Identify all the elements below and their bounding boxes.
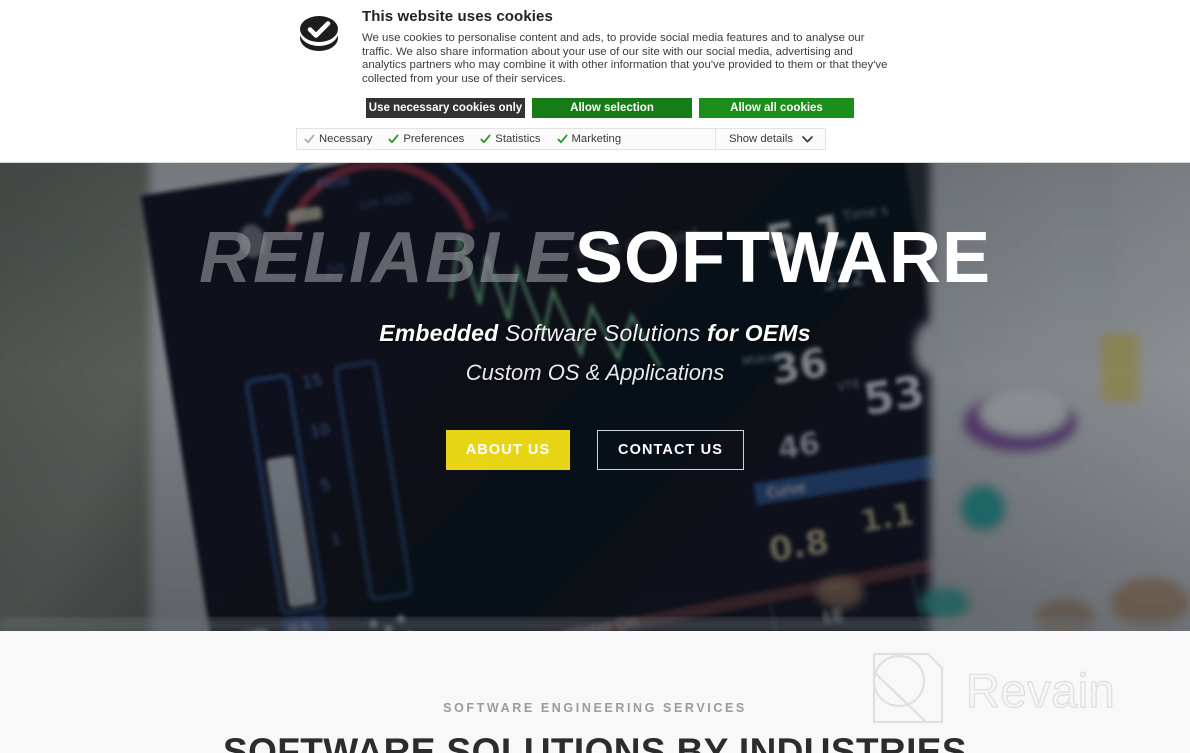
cookie-category-label-necessary: Necessary	[319, 133, 373, 146]
hero-subtitle-bold-b: for OEMs	[706, 320, 811, 346]
allow-selection-button[interactable]: Allow selection	[532, 98, 692, 119]
page-root: Flow cm H2O 20 100 15 10 5 1 Scale chang…	[0, 0, 1190, 753]
cookie-banner-inner: This website uses cookies We use cookies…	[296, 6, 896, 151]
show-details-toggle[interactable]: Show details	[714, 129, 825, 150]
show-details-label: Show details	[728, 133, 793, 146]
services-section: SOFTWARE ENGINEERING SERVICES SOFTWARE S…	[0, 631, 1190, 753]
cookie-checkbox-necessary[interactable]: Necessary	[304, 133, 372, 145]
cookie-consent-banner: This website uses cookies We use cookies…	[0, 0, 1190, 163]
cookie-checkbox-marketing[interactable]: Marketing	[556, 133, 622, 146]
allow-all-cookies-button[interactable]: Allow all cookies	[699, 98, 854, 119]
hero-title: RELIABLESOFTWARE	[199, 220, 991, 296]
cookie-category-label-marketing: Marketing	[571, 133, 622, 146]
cookie-category-row: Necessary Preferences Statistics Marketi…	[296, 128, 826, 151]
hero-subtitle-line1: Embedded Software Solutions for OEMs	[379, 320, 811, 347]
contact-us-button[interactable]: CONTACT US	[597, 430, 744, 470]
hero-subtitle-line2: Custom OS & Applications	[465, 360, 725, 385]
section-eyebrow: SOFTWARE ENGINEERING SERVICES	[443, 701, 747, 715]
chevron-down-icon	[802, 136, 813, 143]
cookie-category-list: Necessary Preferences Statistics Marketi…	[297, 129, 715, 149]
check-icon-green	[480, 134, 491, 144]
cookie-button-group: Use necessary cookies only Allow selecti…	[366, 98, 896, 119]
hero-title-strong: SOFTWARE	[575, 218, 991, 298]
cookie-banner-title: This website uses cookies	[362, 8, 553, 25]
cookie-checkbox-statistics[interactable]: Statistics	[480, 133, 541, 146]
cookie-text-block: This website uses cookies We use cookies…	[362, 6, 896, 86]
check-icon-green	[556, 134, 568, 144]
cookie-category-label-preferences: Preferences	[403, 133, 465, 146]
use-necessary-cookies-only-button[interactable]: Use necessary cookies only	[366, 98, 525, 119]
cookie-banner-body: We use cookies to personalise content an…	[362, 32, 888, 85]
section-heading: SOFTWARE SOLUTIONS BY INDUSTRIES	[223, 731, 967, 753]
cookie-banner-header: This website uses cookies We use cookies…	[296, 6, 896, 86]
hero-title-muted: RELIABLE	[199, 218, 575, 298]
hero-cta-group: ABOUT US CONTACT US	[446, 430, 744, 470]
about-us-button[interactable]: ABOUT US	[446, 430, 570, 470]
cookie-checkbox-preferences[interactable]: Preferences	[388, 133, 464, 145]
check-icon-grey	[304, 134, 315, 144]
hero-content: RELIABLESOFTWARE Embedded Software Solut…	[0, 163, 1190, 631]
check-icon-green	[388, 134, 399, 144]
cookie-category-label-statistics: Statistics	[495, 133, 541, 146]
cookiebot-disc-check-icon	[300, 16, 338, 51]
hero-subtitle-bold-a: Embedded	[379, 320, 499, 346]
hero-section: Flow cm H2O 20 100 15 10 5 1 Scale chang…	[0, 163, 1190, 631]
hero-subtitle-mid: Software Solutions	[498, 320, 707, 346]
